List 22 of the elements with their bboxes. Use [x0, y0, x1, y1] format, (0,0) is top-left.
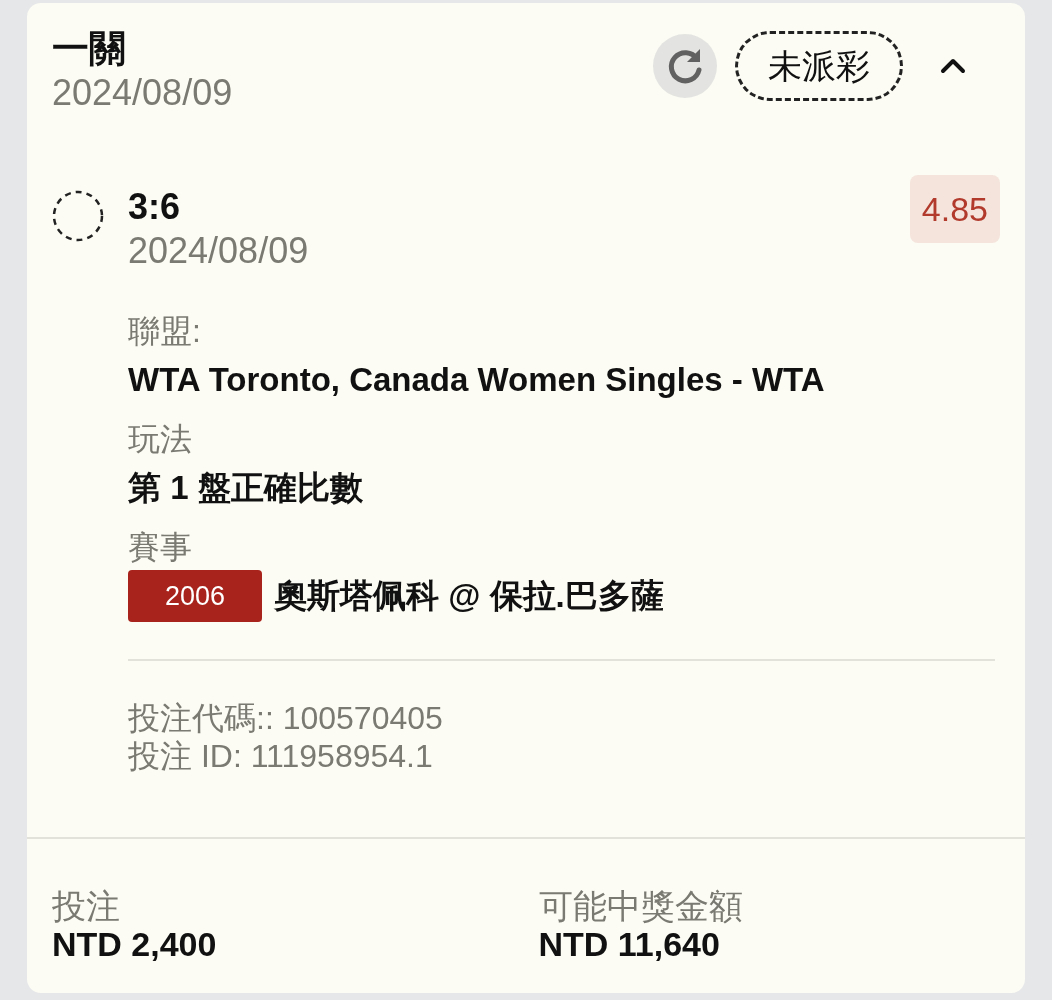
selection-date: 2024/08/09: [128, 229, 309, 273]
bet-code-text: 投注 ID: 111958954.1: [128, 737, 434, 775]
dashed-circle-icon: [52, 190, 104, 242]
detail-value: 奧斯塔佩科 @ 保拉.巴多薩: [274, 576, 664, 616]
summary-label: 投注: [52, 887, 121, 925]
detail-label: 玩法: [128, 420, 193, 459]
summary-value: NTD 2,400: [52, 925, 218, 963]
chevron-up-icon[interactable]: [940, 58, 966, 74]
detail-label: 賽事: [128, 528, 193, 567]
selection-score: 3:6: [128, 185, 182, 229]
odds-badge: 4.85: [909, 175, 1000, 243]
detail-value: WTA Toronto, Canada Women Singles - WTA: [128, 360, 825, 400]
summary-value: NTD 11,640: [538, 925, 721, 963]
refresh-icon[interactable]: [653, 34, 717, 98]
bet-date: 2024/08/09: [52, 71, 233, 115]
bet-type-title: 一關: [52, 27, 127, 71]
event-code-badge: 2006: [128, 570, 262, 622]
bet-code-text: 投注代碼:: 100570405: [128, 699, 444, 737]
status-badge: 未派彩: [735, 31, 903, 101]
detail-value: 第 1 盤正確比數: [128, 468, 363, 508]
summary-label: 可能中獎金額: [538, 887, 744, 925]
detail-label: 聯盟:: [128, 312, 202, 351]
